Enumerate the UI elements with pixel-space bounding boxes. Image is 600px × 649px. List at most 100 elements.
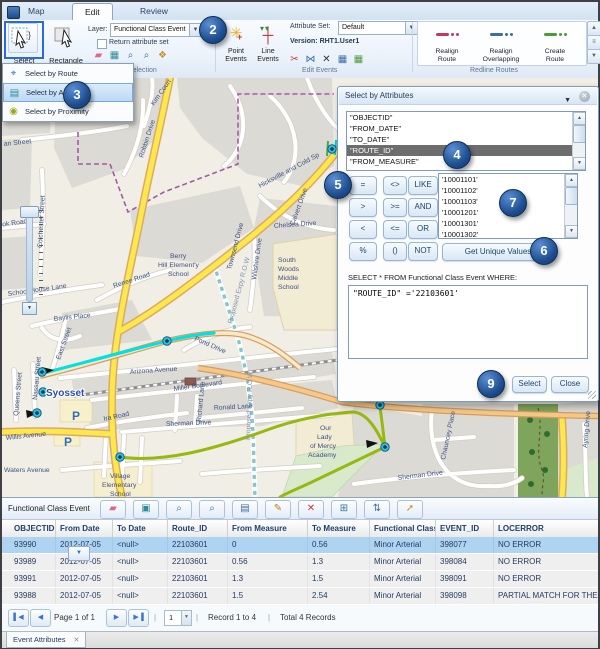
- pager-first-button[interactable]: ▌◀: [8, 609, 29, 627]
- value-item[interactable]: '10001101': [439, 174, 564, 185]
- callout-number-5: 5: [324, 171, 352, 199]
- event-table-icon[interactable]: ▦: [334, 51, 351, 68]
- open-attributes-icon[interactable]: ➚: [397, 500, 423, 519]
- attribute-set-combobox[interactable]: Default ▼: [338, 21, 418, 35]
- tab-close-icon[interactable]: ✕: [74, 637, 80, 644]
- sort-az-icon[interactable]: ⇅: [364, 500, 390, 519]
- table-row[interactable]: 939912012-07-05<null>221036011.31.5Minor…: [2, 571, 598, 588]
- operator-button-<>[interactable]: <>: [383, 176, 407, 195]
- scroll-up-icon[interactable]: ▲: [565, 174, 578, 187]
- dialog-select-button[interactable]: Select: [512, 376, 547, 393]
- operator-button-AND[interactable]: AND: [408, 198, 438, 217]
- values-scrollbar[interactable]: ▲ ▼: [564, 174, 577, 238]
- scroll-down-icon[interactable]: ▼: [573, 157, 586, 170]
- table-row[interactable]: 939892012-07-05<null>221036010.561.3Mino…: [2, 554, 598, 571]
- pager-prev-button[interactable]: ◀: [30, 609, 51, 627]
- operator-button-<[interactable]: <: [349, 220, 377, 239]
- operator-button->[interactable]: >: [349, 198, 377, 217]
- gallery-scroll-down[interactable]: ▼: [587, 49, 600, 64]
- select-table-icon[interactable]: ▦: [106, 47, 123, 64]
- zoom-slider-handle[interactable]: [20, 206, 39, 218]
- tab-review[interactable]: Review: [128, 3, 180, 20]
- layers-sparkle-icon[interactable]: ❖: [154, 47, 171, 64]
- map-zoom-slider[interactable]: ▼: [20, 204, 42, 314]
- pager-next-button[interactable]: ▶: [106, 609, 127, 627]
- route-vertex-center: [330, 147, 334, 151]
- tab-map[interactable]: Map: [16, 3, 57, 20]
- zoom-slider-track[interactable]: [26, 208, 33, 302]
- tab-event-attributes[interactable]: Event Attributes✕: [6, 632, 86, 648]
- field-item[interactable]: "OBJECTID": [347, 112, 572, 123]
- value-item[interactable]: '10001301': [439, 218, 564, 229]
- dialog-close-button[interactable]: Close: [551, 376, 589, 393]
- redline-group-label: Redline Routes: [470, 67, 518, 74]
- operator-button->=[interactable]: >=: [383, 198, 407, 217]
- dialog-resize-grip[interactable]: [588, 391, 596, 399]
- redline-button-label: Realign Overlapping: [476, 48, 526, 64]
- operator-button-%[interactable]: %: [349, 242, 377, 261]
- merge-events-icon[interactable]: ⋈: [302, 51, 319, 68]
- pager-page-combobox[interactable]: 1▼: [164, 610, 192, 626]
- column-header-functional-class[interactable]: Functional Class: [370, 520, 436, 538]
- layer-combobox[interactable]: Functional Class Event ▼: [110, 23, 202, 37]
- dialog-close-icon[interactable]: ✕: [579, 91, 590, 102]
- rectangle-button[interactable]: [52, 23, 80, 51]
- zoom-events-icon[interactable]: ⌕: [122, 47, 139, 64]
- menu-item-select-by-route[interactable]: ⌖Select by Route: [3, 64, 133, 83]
- snap-node-icon[interactable]: ✕: [318, 51, 335, 68]
- column-header-from-measure[interactable]: From Measure: [228, 520, 308, 538]
- zoom-selected-icon[interactable]: ⌕: [166, 500, 192, 519]
- save-icon[interactable]: ▤: [232, 500, 258, 519]
- eraser-icon[interactable]: ▰: [90, 47, 107, 64]
- where-clause-textarea[interactable]: "ROUTE_ID" ='22103601': [348, 285, 588, 359]
- gallery-scroll-up[interactable]: ▲: [587, 21, 600, 36]
- scroll-thumb[interactable]: [573, 125, 586, 143]
- redline-button-3[interactable]: Create Route: [530, 26, 580, 64]
- operator-button-<=[interactable]: <=: [383, 220, 407, 239]
- dialog-menu-caret-icon[interactable]: ▼: [564, 93, 571, 109]
- edit-event-icon[interactable]: ✎: [265, 500, 291, 519]
- zoom-events-icon[interactable]: ⌕: [199, 500, 225, 519]
- operator-button-NOT[interactable]: NOT: [408, 242, 438, 261]
- scroll-thumb[interactable]: [565, 187, 578, 205]
- table-cell: 1.5: [308, 571, 370, 587]
- event-grid-icon[interactable]: ▦: [350, 51, 367, 68]
- table-row[interactable]: 939882012-07-05<null>221036011.52.54Mino…: [2, 588, 598, 605]
- column-header-from-date[interactable]: From Date: [56, 520, 113, 538]
- attribute-table-panel: Functional Class Event ▰▣⌕⌕▤✎✕⊞⇅➚ OBJECT…: [2, 497, 598, 632]
- attribute-set-caret[interactable]: ▼: [405, 22, 417, 34]
- fields-scrollbar[interactable]: ▲ ▼: [572, 112, 585, 170]
- zoom-out-button[interactable]: ▼: [22, 302, 37, 315]
- pager-combo-caret[interactable]: ▼: [181, 611, 191, 625]
- operator-button-=[interactable]: =: [349, 176, 377, 195]
- column-header-to-date[interactable]: To Date: [113, 520, 168, 538]
- zoom-selected-icon[interactable]: ⌕: [138, 47, 155, 64]
- delete-selected-icon[interactable]: ✕: [298, 500, 324, 519]
- column-header-route_id[interactable]: Route_ID: [168, 520, 228, 538]
- redline-button-1[interactable]: Realign Route: [422, 26, 472, 64]
- operator-button-LIKE[interactable]: LIKE: [408, 176, 438, 195]
- copy-icon[interactable]: ⊞: [331, 500, 357, 519]
- table-row[interactable]: 939902012-07-05<null>2210360100.56Minor …: [2, 537, 598, 554]
- map-collapse-button[interactable]: ▼: [68, 546, 90, 561]
- line-events-label: Line Events: [250, 48, 286, 64]
- operator-button-OR[interactable]: OR: [408, 220, 438, 239]
- column-header-locerror[interactable]: LOCERROR: [494, 520, 600, 538]
- select-box-icon[interactable]: ▣: [133, 500, 159, 519]
- redline-button-2[interactable]: Realign Overlapping: [476, 26, 526, 64]
- route-vertex-center: [35, 411, 39, 415]
- column-header-objectid[interactable]: OBJECTID: [10, 520, 56, 538]
- pager-last-button[interactable]: ▶▐: [128, 609, 149, 627]
- operator-button-()[interactable]: (): [383, 242, 407, 261]
- column-header-event_id[interactable]: EVENT_ID: [436, 520, 494, 538]
- gallery-scroll-thumb[interactable]: ≡: [587, 35, 600, 50]
- point-events-label: Point Events: [218, 48, 254, 64]
- field-item[interactable]: "FROM_DATE": [347, 123, 572, 134]
- scroll-down-icon[interactable]: ▼: [565, 225, 578, 238]
- split-event-icon[interactable]: ✂: [286, 51, 303, 68]
- scroll-up-icon[interactable]: ▲: [573, 112, 586, 125]
- dialog-titlebar[interactable]: Select by Attributes ▼ ✕: [339, 88, 597, 105]
- column-header-to-measure[interactable]: To Measure: [308, 520, 370, 538]
- eraser-icon[interactable]: ▰: [100, 500, 126, 519]
- tab-edit[interactable]: Edit: [72, 3, 113, 21]
